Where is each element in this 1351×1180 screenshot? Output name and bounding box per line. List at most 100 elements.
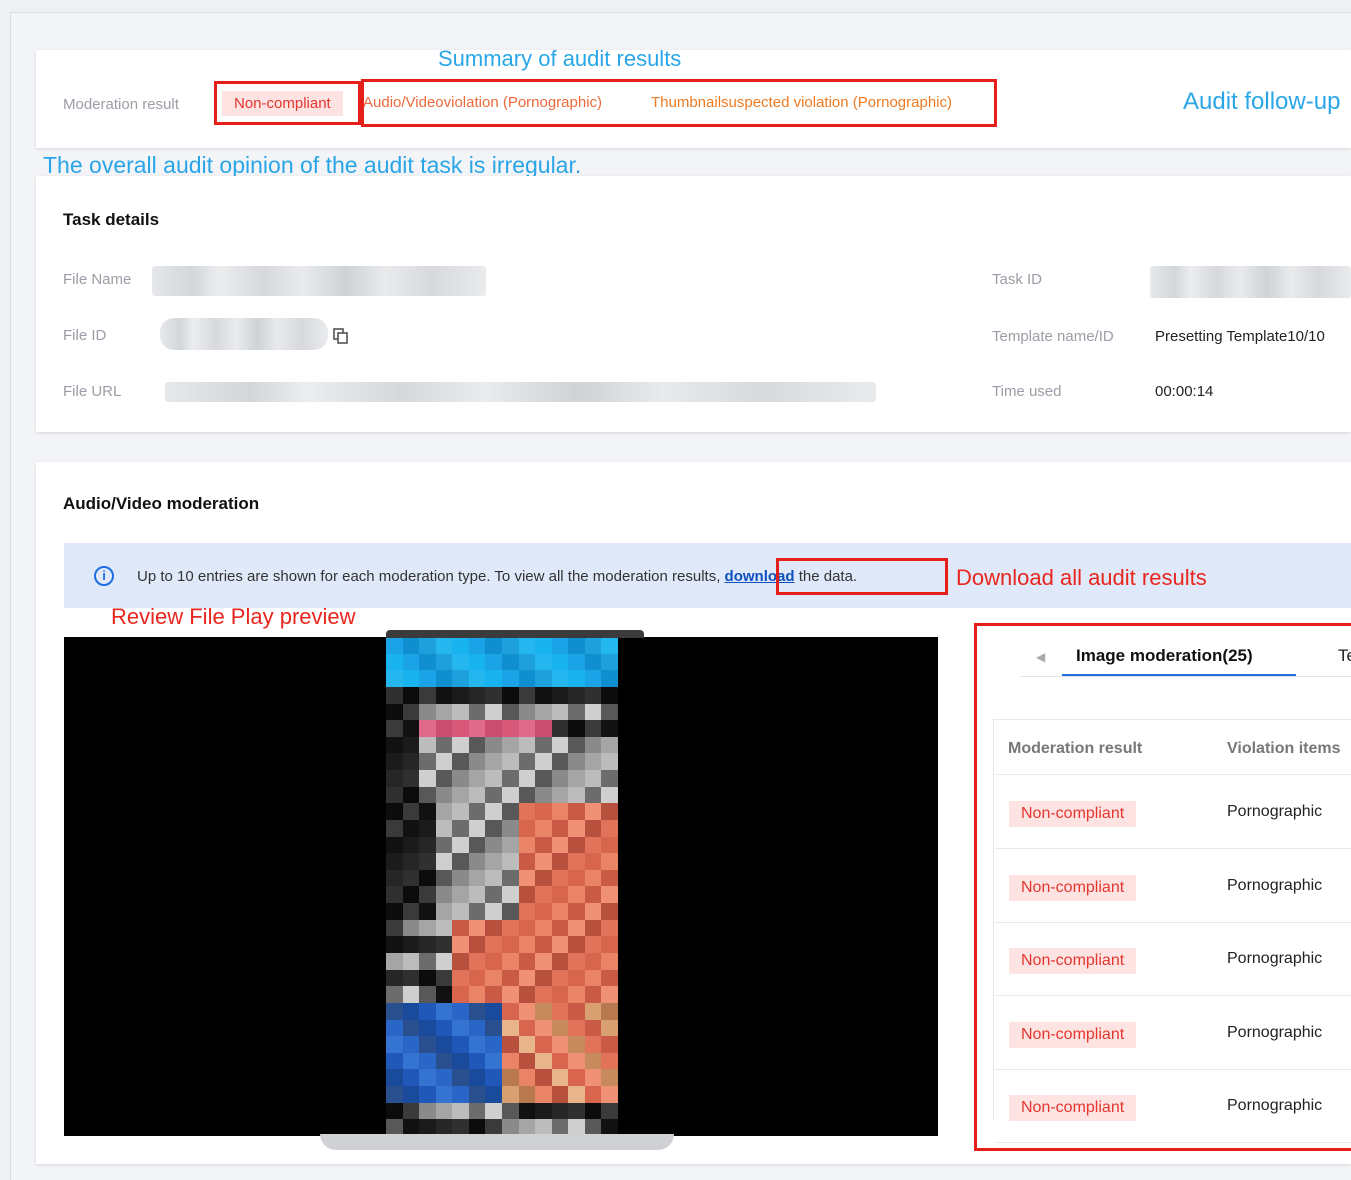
mosaic-tile [435,819,453,837]
mosaic-tile [485,1002,502,1020]
mosaic-tile [452,1036,469,1053]
mosaic-tile [551,720,569,737]
mosaic-tile [535,919,552,937]
mosaic-tile [435,836,453,854]
mosaic-tile [535,720,552,737]
mosaic-tile [386,836,403,854]
video-player-preview[interactable] [64,637,938,1136]
mosaic-tile [419,1019,436,1037]
mosaic-tile [518,1036,536,1053]
mosaic-tile [452,903,469,920]
mosaic-tile [419,1036,436,1053]
mosaic-tile [551,1019,569,1037]
mosaic-tile [419,819,436,837]
mosaic-tile [452,1086,469,1103]
mosaic-tile [601,786,618,804]
mosaic-tile [501,637,519,654]
mosaic-tile [386,869,403,887]
mosaic-tile [601,670,618,687]
mosaic-tile [485,1102,502,1120]
copy-icon[interactable] [333,328,349,344]
mosaic-tile [468,1052,486,1070]
mosaic-tile [402,853,420,870]
mosaic-tile [518,853,536,870]
mosaic-tile [584,1069,602,1087]
mosaic-tile [601,903,618,920]
mosaic-tile [452,736,469,754]
mosaic-tile [584,720,602,737]
mosaic-tile [386,903,403,920]
mosaic-tile [601,1102,618,1120]
tab-scroll-left-icon[interactable]: ◀ [1036,650,1045,664]
row-violation-item: Pornographic [1227,1023,1323,1041]
mosaic-tile [402,903,420,920]
mosaic-tile [535,903,552,920]
mosaic-tile [485,853,502,870]
tab-next-partial[interactable]: Te [1338,646,1351,666]
mosaic-tile [584,653,602,671]
mosaic-tile [485,1069,502,1087]
mosaic-tile [402,637,420,654]
info-text: Up to 10 entries are shown for each mode… [137,568,857,585]
mosaic-tile [386,753,403,771]
mosaic-tile [402,686,420,704]
mosaic-tile [584,986,602,1003]
mosaic-tile [501,803,519,820]
mosaic-tile [551,803,569,820]
file-id-label: File ID [63,327,107,344]
mosaic-tile [601,653,618,671]
mosaic-tile [535,986,552,1003]
mosaic-tile [601,736,618,754]
file-name-label: File Name [63,271,132,288]
mosaic-tile [452,703,469,721]
mosaic-tile [518,686,536,704]
mosaic-tile [568,936,585,954]
mosaic-tile [402,919,420,937]
mosaic-tile [535,1019,552,1037]
info-text-prefix: Up to 10 entries are shown for each mode… [137,568,721,585]
mosaic-tile [419,886,436,904]
mosaic-tile [386,720,403,737]
mosaic-tile [402,1102,420,1120]
mosaic-tile [468,986,486,1003]
mosaic-tile [402,670,420,687]
mosaic-tile [485,803,502,820]
mosaic-tile [419,986,436,1003]
mosaic-tile [452,986,469,1003]
mosaic-tile [386,803,403,820]
mosaic-tile [518,986,536,1003]
mosaic-tile [468,936,486,954]
mosaic-tile [402,1019,420,1037]
mosaic-tile [485,670,502,687]
mosaic-tile [402,703,420,721]
mosaic-tile [419,936,436,954]
mosaic-tile [452,969,469,987]
mosaic-tile [468,1086,486,1103]
mosaic-tile [568,770,585,787]
mosaic-tile [435,1102,453,1120]
mosaic-tile [402,736,420,754]
mosaic-tile [601,1069,618,1087]
mosaic-tile [535,1069,552,1087]
mosaic-tile [601,686,618,704]
mosaic-tile [568,1019,585,1037]
mosaic-tile [419,1102,436,1120]
mosaic-tile [468,1002,486,1020]
mosaic-tile [386,936,403,954]
mosaic-tile [584,1052,602,1070]
mosaic-tile [485,1019,502,1037]
mosaic-tile [402,803,420,820]
mosaic-tile [535,969,552,987]
mosaic-tile [551,786,569,804]
mosaic-tile [501,786,519,804]
mosaic-tile [501,720,519,737]
tab-image-moderation[interactable]: Image moderation(25) [1076,646,1253,666]
mosaic-tile [386,1036,403,1053]
mosaic-tile [584,1002,602,1020]
audit-follow-up-link[interactable]: Audit follow-up [1183,88,1340,116]
mosaic-tile [452,953,469,970]
mosaic-tile [419,836,436,854]
mosaic-tile [452,836,469,854]
task-id-value-redacted [1150,266,1351,298]
mosaic-tile [402,753,420,771]
